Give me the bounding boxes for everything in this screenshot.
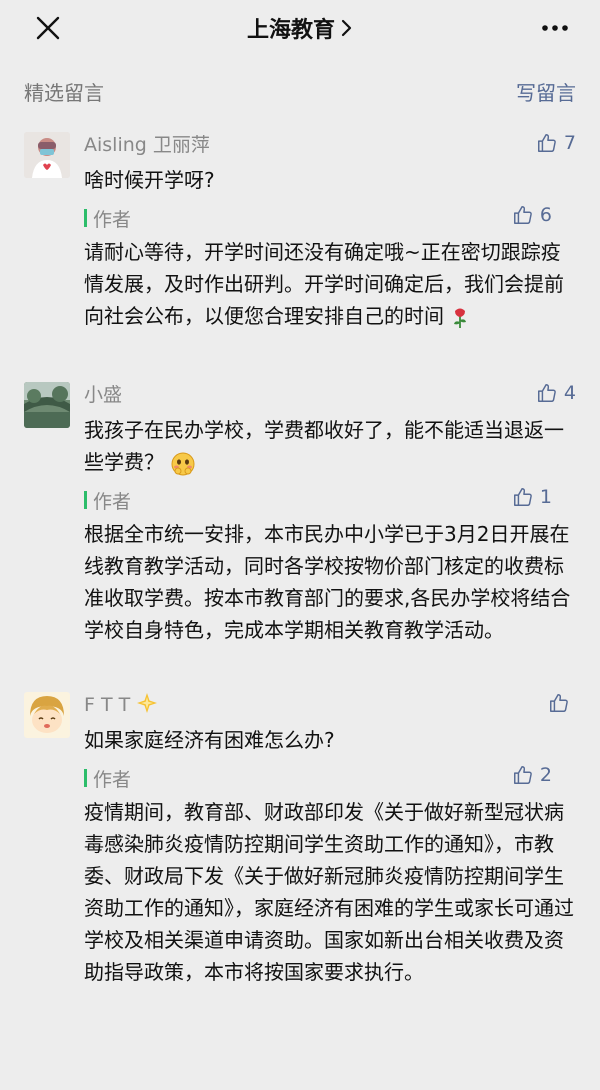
comment-text: 如果家庭经济有困难怎么办? (84, 728, 335, 752)
like-count: 7 (563, 132, 576, 154)
thumbs-up-icon (513, 206, 532, 224)
comment-like-button[interactable]: 7 (536, 132, 576, 154)
avatar[interactable] (24, 382, 70, 428)
avatar[interactable] (24, 692, 70, 738)
sparkle-star-icon (137, 693, 158, 713)
section-header: 精选留言 写留言 (0, 56, 600, 126)
author-tag: 作者 (84, 764, 576, 792)
thumbs-up-icon (513, 766, 532, 784)
author-tag: 作者 (84, 204, 576, 232)
like-count: 4 (563, 382, 576, 404)
author-tag: 作者 (84, 486, 576, 514)
thumbs-up-icon (550, 694, 568, 712)
close-icon[interactable] (34, 14, 62, 42)
comment-list: Aisling 卫丽萍 7 啥时候开学呀? 作者 6 请耐心等待，开学时间还没有… (0, 132, 600, 988)
comment-nickname: 小盛 (84, 384, 123, 406)
author-bar (84, 209, 87, 227)
avatar-image (24, 382, 70, 428)
more-icon[interactable] (540, 14, 570, 42)
author-reply: 作者 6 请耐心等待，开学时间还没有确定哦~正在密切跟踪疫情发展，及时作出研判。… (84, 204, 576, 332)
reply-like-button[interactable]: 2 (512, 764, 552, 786)
reply-text: 疫情期间，教育部、财政部印发《关于做好新型冠状病毒感染肺炎疫情防控期间学生资助工… (84, 800, 574, 984)
comment-like-button[interactable]: 4 (536, 382, 576, 404)
comment-item: 小盛 4 我孩子在民办学校，学费都收好了，能不能适当退返一些学费？ 作者 1 根… (0, 382, 600, 646)
author-reply: 作者 2 疫情期间，教育部、财政部印发《关于做好新型冠状病毒感染肺炎疫情防控期间… (84, 764, 576, 988)
author-label: 作者 (93, 208, 132, 231)
write-comment-link[interactable]: 写留言 (516, 77, 576, 106)
reply-text: 根据全市统一安排，本市民办中小学已于3月2日开展在线教育教学活动，同时各学校按物… (84, 522, 571, 642)
avatar[interactable] (24, 132, 70, 178)
comment-text: 啥时候开学呀? (84, 168, 215, 192)
comment-nickname: F T T (84, 692, 576, 718)
thumbs-up-icon (537, 384, 556, 402)
reply-like-button[interactable]: 1 (512, 486, 552, 508)
featured-comments-label: 精选留言 (24, 80, 104, 105)
like-count: 6 (539, 204, 552, 226)
comment-item: Aisling 卫丽萍 7 啥时候开学呀? 作者 6 请耐心等待，开学时间还没有… (0, 132, 600, 332)
avatar-image (24, 692, 70, 738)
account-title-button[interactable]: 上海教育 (247, 12, 353, 44)
author-reply: 作者 1 根据全市统一安排，本市民办中小学已于3月2日开展在线教育教学活动，同时… (84, 486, 576, 646)
comment-like-button[interactable] (548, 692, 576, 714)
comment-item: F T T 如果家庭经济有困难怎么办? 作者 2 疫情期间，教育部、财政部印发《… (0, 692, 600, 988)
thumbs-up-icon (537, 134, 556, 152)
chevron-right-icon (341, 19, 352, 37)
reply-text: 请耐心等待，开学时间还没有确定哦~正在密切跟踪疫情发展，及时作出研判。开学时间确… (84, 236, 576, 332)
comment-nickname: Aisling 卫丽萍 (84, 134, 210, 156)
page-title: 上海教育 (246, 18, 335, 43)
avatar-image (24, 132, 70, 178)
blush-emoji-icon (171, 452, 195, 475)
author-bar (84, 491, 87, 509)
reply-text-content: 请耐心等待，开学时间还没有确定哦~正在密切跟踪疫情发展，及时作出研判。开学时间确… (84, 240, 564, 328)
author-bar (84, 769, 87, 787)
top-bar: 上海教育 (0, 0, 600, 56)
thumbs-up-icon (513, 488, 532, 506)
rose-icon (454, 308, 467, 328)
reply-like-button[interactable]: 6 (512, 204, 552, 226)
comment-text: 我孩子在民办学校，学费都收好了，能不能适当退返一些学费？ (84, 414, 576, 478)
like-count: 1 (539, 486, 552, 508)
like-count: 2 (539, 764, 552, 786)
nickname-text: F T T (84, 694, 131, 716)
comment-text-content: 我孩子在民办学校，学费都收好了，能不能适当退返一些学费？ (84, 418, 564, 474)
author-label: 作者 (93, 490, 132, 513)
author-label: 作者 (93, 768, 132, 791)
